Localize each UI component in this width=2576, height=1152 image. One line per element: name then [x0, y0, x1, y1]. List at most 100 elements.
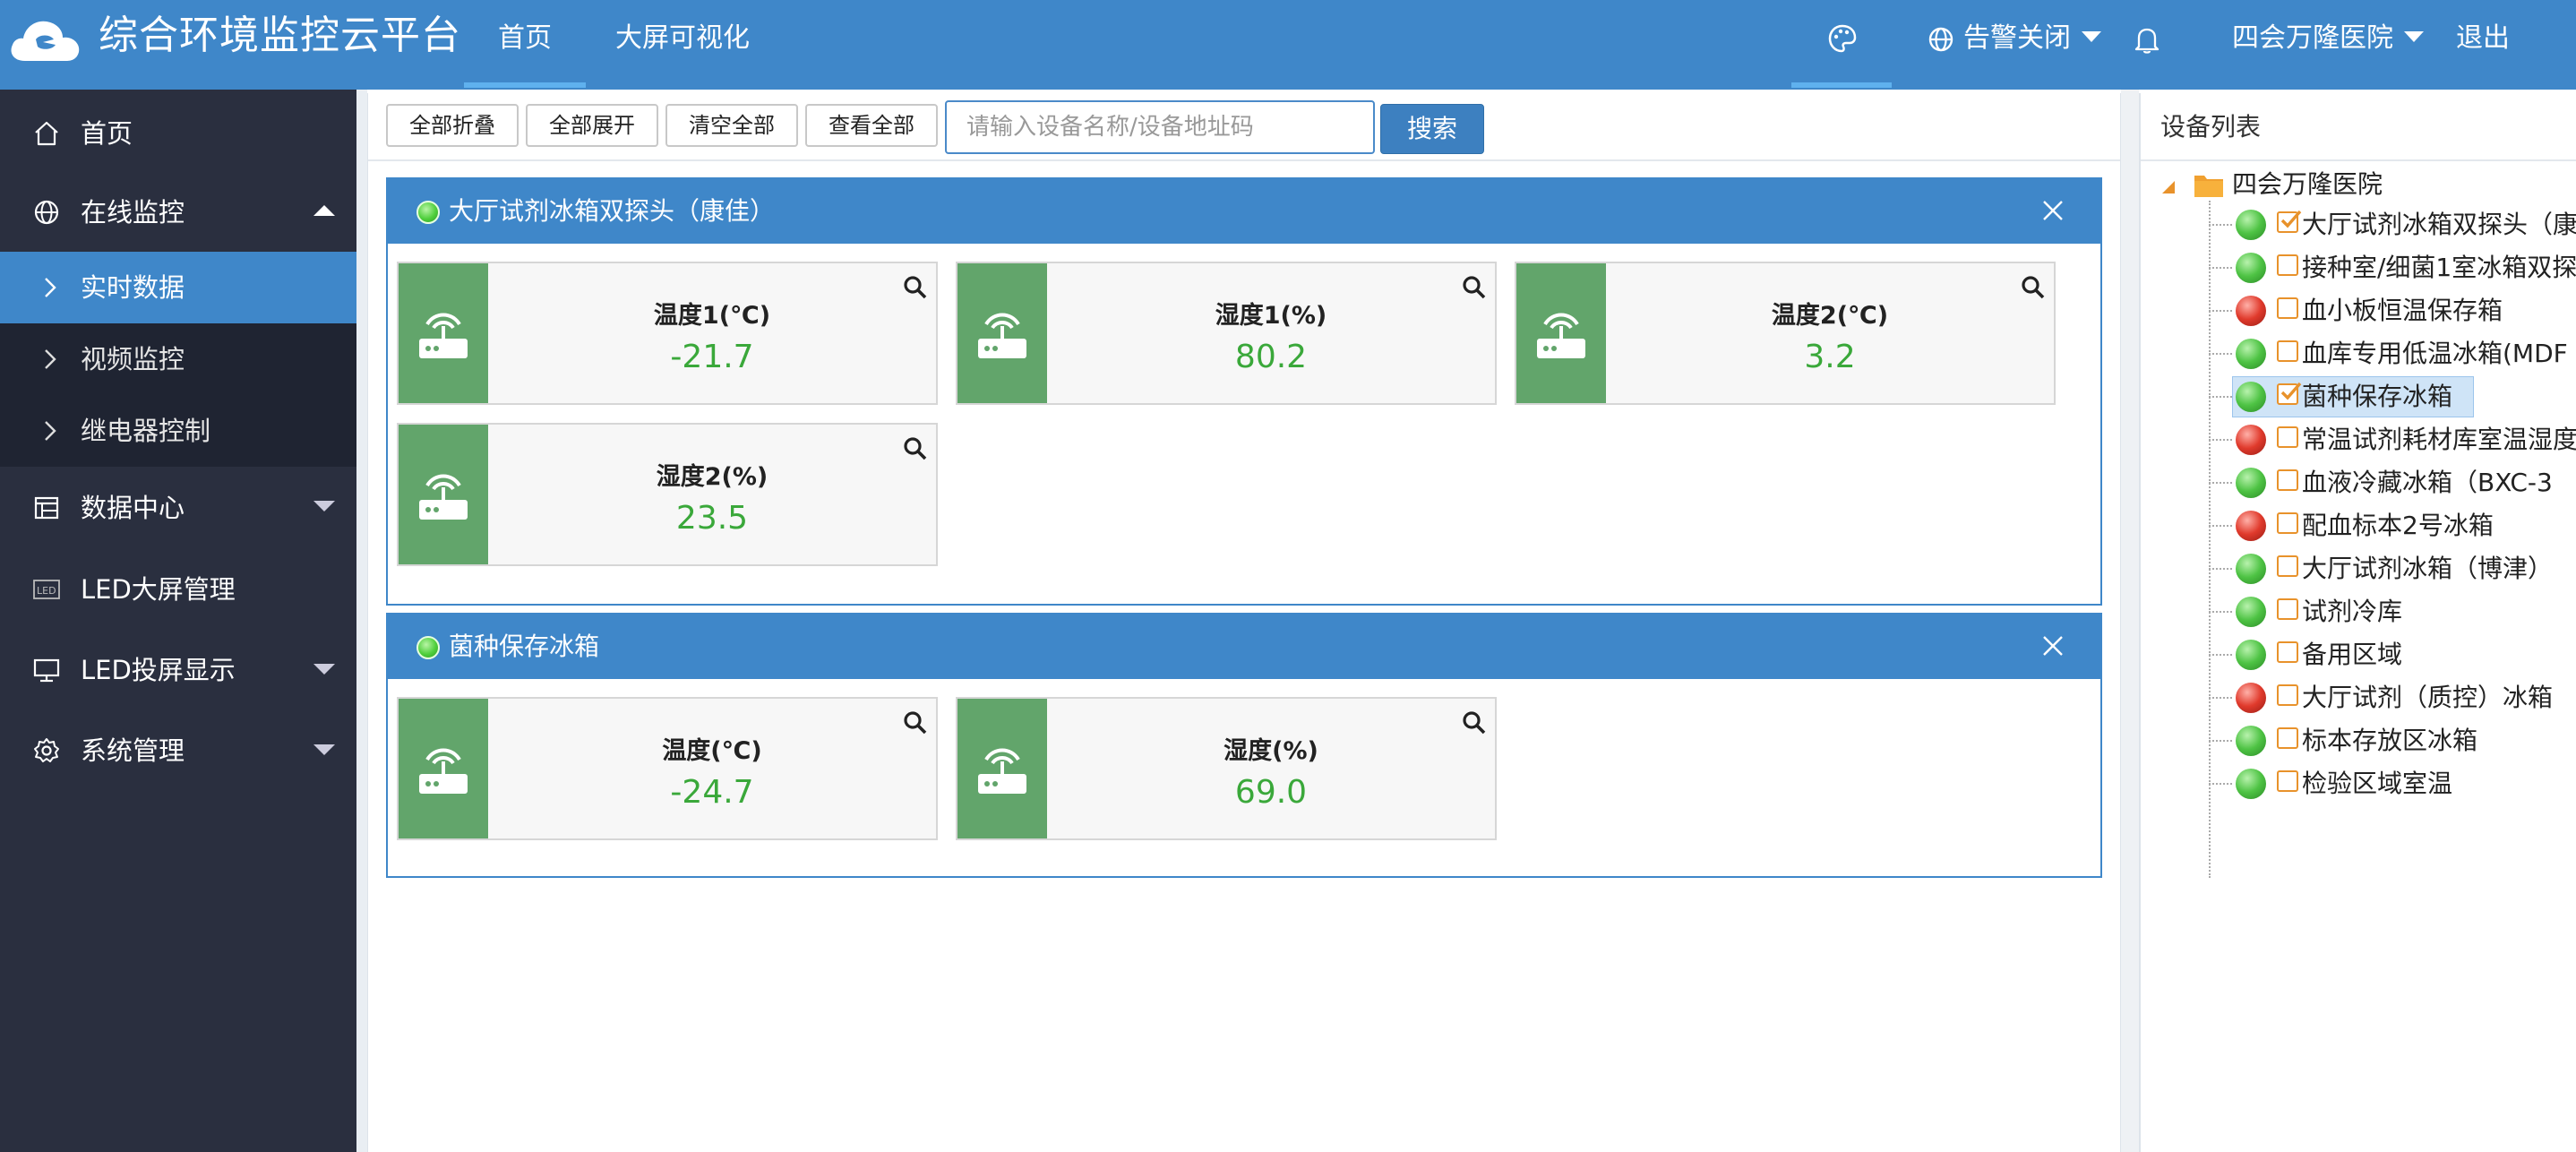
device-tree-item[interactable]: 大厅试剂冰箱双探头（康: [2209, 204, 2576, 245]
nav-home[interactable]: 首页: [464, 0, 586, 90]
close-icon[interactable]: [2041, 199, 2065, 222]
device-tree-item[interactable]: 血液冷藏冰箱（BXC-3: [2209, 462, 2576, 503]
device-tree-item[interactable]: 血小板恒温保存箱: [2209, 290, 2576, 331]
app-title: 综合环境监控云平台: [99, 13, 461, 58]
search-icon[interactable]: [1461, 274, 1488, 301]
status-online-icon: [2236, 339, 2266, 369]
sidebar-item-led-manage[interactable]: LED LED大屏管理: [0, 549, 356, 630]
search-icon[interactable]: [2020, 274, 2047, 301]
close-icon[interactable]: [2041, 634, 2065, 658]
clear-all-button[interactable]: 清空全部: [665, 104, 798, 147]
view-all-button[interactable]: 查看全部: [805, 104, 938, 147]
device-search-input[interactable]: [945, 100, 1375, 154]
status-offline-icon: [2236, 425, 2266, 455]
search-icon[interactable]: [902, 435, 929, 462]
main-content: 全部折叠 全部展开 清空全部 查看全部 搜索 大厅试剂冰箱双探头（康佳） 温度1…: [367, 93, 2121, 1152]
device-checkbox[interactable]: [2277, 512, 2298, 534]
router-icon: [399, 263, 488, 403]
device-name: 配血标本2号冰箱: [2302, 511, 2494, 540]
chevron-right-icon: [45, 349, 56, 369]
device-tree-item[interactable]: 标本存放区冰箱: [2209, 720, 2576, 761]
device-panel-strain-fridge: 菌种保存冰箱 温度(℃) -24.7 湿度(%) 69.0: [386, 613, 2102, 878]
sidebar-item-label: 系统管理: [81, 735, 185, 766]
tree-line: [2209, 439, 2232, 441]
panel-header: 大厅试剂冰箱双探头（康佳）: [388, 179, 2100, 244]
status-online-icon: [2236, 726, 2266, 756]
sidebar-subitem-video[interactable]: 视频监控: [0, 323, 356, 395]
device-checkbox[interactable]: [2277, 598, 2298, 620]
collapse-all-button[interactable]: 全部折叠: [386, 104, 519, 147]
alarm-label: 告警关闭: [1963, 22, 2071, 54]
palette-icon: [1828, 24, 1857, 53]
device-tree-item[interactable]: 检验区域室温: [2209, 763, 2576, 804]
logout-button[interactable]: 退出: [2456, 0, 2510, 90]
sensor-label: 温度1(℃): [653, 302, 771, 330]
device-checkbox[interactable]: [2277, 641, 2298, 663]
device-checkbox[interactable]: [2277, 254, 2298, 276]
device-checkbox[interactable]: [2277, 297, 2298, 319]
device-tree-item[interactable]: 血库专用低温冰箱(MDF: [2209, 333, 2576, 374]
nav-big-screen[interactable]: 大屏可视化: [609, 0, 756, 90]
top-bar: 综合环境监控云平台 首页 大屏可视化 告警关闭 四会万隆医院 退出: [0, 0, 2576, 90]
device-checkbox[interactable]: [2277, 210, 2302, 233]
toolbar: 全部折叠 全部展开 清空全部 查看全部 搜索: [368, 93, 2120, 161]
search-icon[interactable]: [1461, 709, 1488, 736]
device-name: 接种室/细菌1室冰箱双探: [2302, 253, 2576, 282]
status-offline-icon: [2236, 511, 2266, 541]
device-tree-item[interactable]: 菌种保存冰箱: [2209, 376, 2576, 417]
status-online-icon: [2236, 253, 2266, 283]
device-name: 大厅试剂冰箱（博津）: [2302, 554, 2554, 583]
sidebar-subitem-relay[interactable]: 继电器控制: [0, 395, 356, 467]
device-checkbox[interactable]: [2277, 727, 2298, 749]
search-icon[interactable]: [902, 709, 929, 736]
search-icon[interactable]: [902, 274, 929, 301]
bell-icon: [2134, 28, 2160, 54]
content-gutter: [356, 90, 367, 1152]
expand-all-button[interactable]: 全部展开: [526, 104, 658, 147]
notifications-button[interactable]: [2134, 0, 2160, 90]
hospital-dropdown[interactable]: 四会万隆医院: [2232, 0, 2424, 90]
device-checkbox[interactable]: [2277, 684, 2298, 706]
device-checkbox[interactable]: [2277, 426, 2298, 448]
sensor-card: 温度(℃) -24.7: [397, 697, 938, 840]
theme-palette-button[interactable]: [1791, 0, 1892, 90]
sidebar-item-label: 首页: [81, 118, 133, 149]
sensor-card: 温度1(℃) -21.7: [397, 262, 938, 405]
sidebar-subitem-realtime[interactable]: 实时数据: [0, 252, 356, 323]
device-name: 标本存放区冰箱: [2302, 726, 2478, 755]
device-tree-item[interactable]: 接种室/细菌1室冰箱双探: [2209, 247, 2576, 288]
sensor-label: 温度2(℃): [1771, 302, 1889, 330]
device-tree-item[interactable]: 常温试剂耗材库室温湿度: [2209, 419, 2576, 460]
device-tree-item[interactable]: 大厅试剂（质控）冰箱: [2209, 677, 2576, 718]
sidebar-item-system[interactable]: 系统管理: [0, 710, 356, 791]
tree-line: [2209, 783, 2232, 785]
sidebar-item-home[interactable]: 首页: [0, 94, 356, 173]
sidebar-item-data-center[interactable]: 数据中心: [0, 467, 356, 549]
device-name: 大厅试剂（质控）冰箱: [2302, 683, 2554, 712]
tree-line: [2209, 353, 2232, 355]
tree-collapse-icon[interactable]: [2157, 176, 2178, 197]
tree-root-label[interactable]: 四会万隆医院: [2232, 167, 2383, 202]
router-icon: [1516, 263, 1606, 403]
folder-icon: [2194, 176, 2223, 197]
device-checkbox[interactable]: [2277, 382, 2302, 405]
status-online-icon: [2236, 210, 2266, 240]
device-name: 大厅试剂冰箱双探头（康: [2302, 210, 2576, 239]
device-checkbox[interactable]: [2277, 340, 2298, 362]
right-gutter: [2121, 90, 2139, 1152]
sidebar-item-label: LED大屏管理: [81, 574, 236, 605]
device-tree-item[interactable]: 备用区域: [2209, 634, 2576, 675]
device-checkbox[interactable]: [2277, 555, 2298, 577]
device-name: 检验区域室温: [2302, 769, 2453, 798]
search-button[interactable]: 搜索: [1380, 104, 1484, 154]
sidebar-item-online-monitor[interactable]: 在线监控: [0, 173, 356, 252]
chevron-right-icon: [45, 421, 56, 441]
device-checkbox[interactable]: [2277, 469, 2298, 491]
cloud-logo-icon: [11, 21, 80, 61]
device-checkbox[interactable]: [2277, 770, 2298, 792]
sidebar-item-led-cast[interactable]: LED投屏显示: [0, 630, 356, 710]
device-tree-item[interactable]: 试剂冷库: [2209, 591, 2576, 632]
alarm-toggle-dropdown[interactable]: 告警关闭: [1928, 0, 2101, 90]
device-tree-item[interactable]: 大厅试剂冰箱（博津）: [2209, 548, 2576, 589]
device-tree-item[interactable]: 配血标本2号冰箱: [2209, 505, 2576, 546]
